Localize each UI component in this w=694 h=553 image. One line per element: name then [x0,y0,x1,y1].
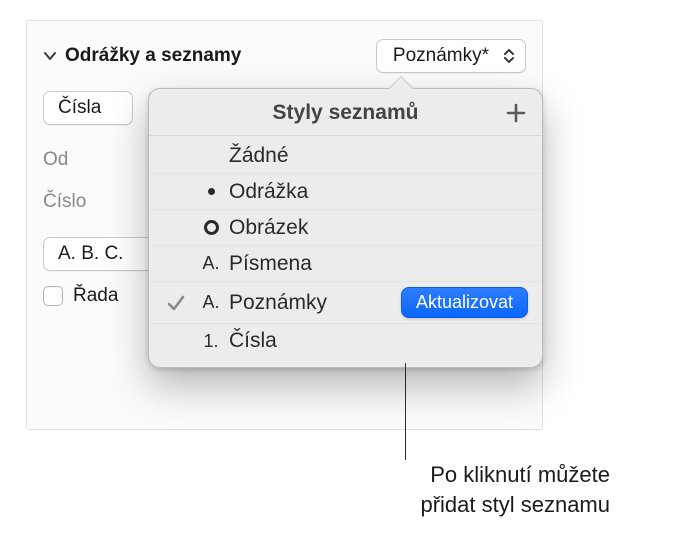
update-style-button[interactable]: Aktualizovat [401,287,528,318]
callout-leader-line [405,363,406,460]
popover-title: Styly seznamů [273,101,419,125]
style-name: Čísla [229,329,528,353]
chevron-down-icon[interactable] [43,49,57,63]
callout-line-2: přidat styl seznamu [200,490,610,520]
section-title: Odrážky a seznamy [65,45,241,67]
style-name: Obrázek [229,216,528,240]
order-checkbox[interactable] [43,286,63,306]
indent-label-partial: Od [43,149,131,171]
list-style-select[interactable]: Poznámky* [376,39,526,73]
style-marker: 1. [193,331,229,352]
callout-text: Po kliknutí můžete přidat styl seznamu [200,460,610,519]
checkmark-icon [159,293,193,313]
style-item[interactable]: 1.Čísla [149,324,542,361]
style-marker [193,188,229,195]
list-styles-popover: Styly seznamů ŽádnéOdrážkaObrázekA.Písme… [148,88,543,368]
updown-caret-icon [503,47,515,65]
number-format-value: A. B. C. [58,243,123,265]
style-name: Odrážka [229,180,528,204]
list-type-value: Čísla [58,97,101,119]
style-name: Žádné [229,144,528,168]
style-list: ŽádnéOdrážkaObrázekA.PísmenaA.PoznámkyAk… [149,136,542,367]
style-item[interactable]: Obrázek [149,210,542,246]
style-name: Písmena [229,252,528,276]
style-marker: A. [193,292,229,313]
number-label-partial: Číslo [43,191,131,213]
callout-line-1: Po kliknutí můžete [200,460,610,490]
style-item[interactable]: Žádné [149,138,542,174]
add-style-button[interactable] [502,99,530,127]
style-marker [193,220,229,235]
style-item[interactable]: A.Písmena [149,246,542,282]
list-style-value: Poznámky* [393,45,489,67]
list-type-select[interactable]: Čísla [43,91,133,125]
style-marker: A. [193,253,229,274]
style-item[interactable]: A.PoznámkyAktualizovat [149,282,542,324]
style-name: Poznámky [229,291,401,315]
order-label-partial: Řada [73,285,118,307]
section-header: Odrážky a seznamy Poznámky* [43,39,526,73]
style-item[interactable]: Odrážka [149,174,542,210]
popover-header: Styly seznamů [149,89,542,136]
